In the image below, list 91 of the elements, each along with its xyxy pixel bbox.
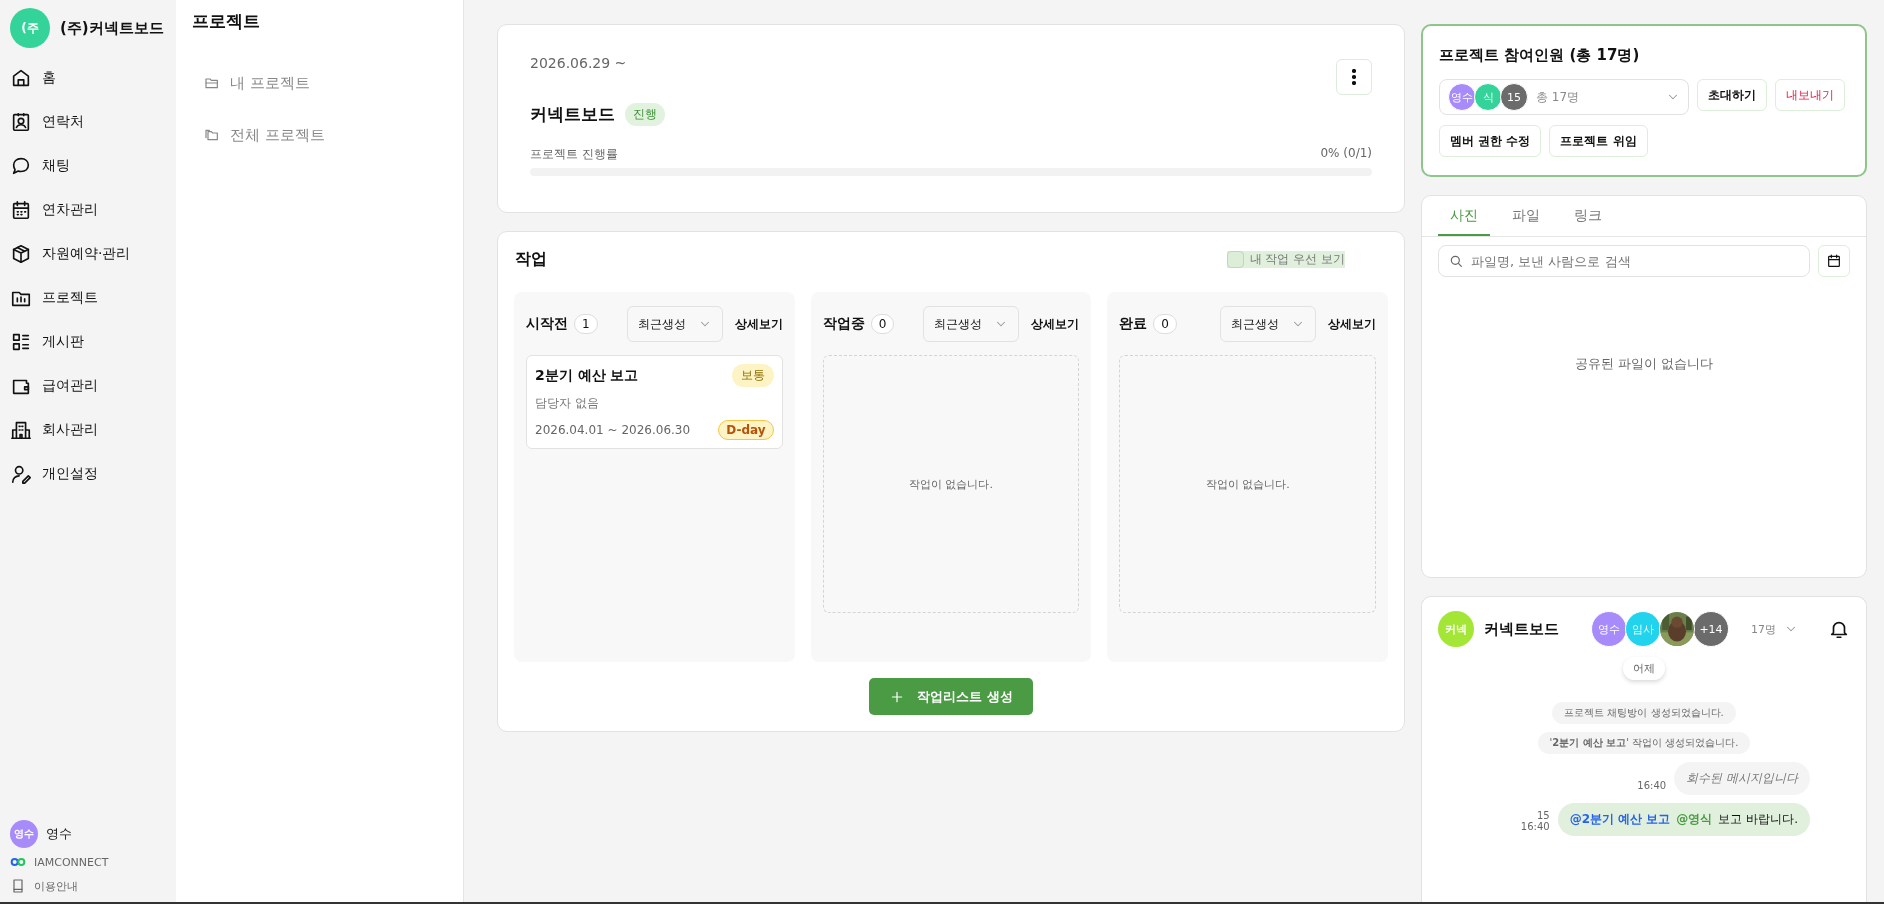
nav-item[interactable]: 채팅 xyxy=(10,144,176,188)
column-title: 작업중 xyxy=(822,315,865,333)
count-badge: 0 xyxy=(870,314,895,334)
folder-icon xyxy=(204,75,220,91)
system-message: 프로젝트 채팅방이 생성되었습니다. xyxy=(1552,702,1736,724)
empty-message: 공유된 파일이 없습니다 xyxy=(1574,355,1714,373)
action-button[interactable]: 멤버 권한 수정 xyxy=(1439,125,1542,157)
date-divider: 어제 xyxy=(1623,657,1665,680)
tab[interactable]: 파일 xyxy=(1500,196,1552,236)
side-link[interactable]: IAMCONNECT xyxy=(10,852,176,872)
member-avatar: +14 xyxy=(1693,611,1729,647)
calendar-icon xyxy=(1826,253,1842,269)
user-name: 영수 xyxy=(46,825,72,843)
nav-item[interactable]: 홈 xyxy=(10,56,176,100)
column-title: 완료 xyxy=(1119,315,1148,333)
member-avatar: 임사 xyxy=(1625,611,1661,647)
nav-item[interactable]: 연차관리 xyxy=(10,188,176,232)
progress-value: 0% (0/1) xyxy=(1320,146,1372,162)
tab[interactable]: 사진 xyxy=(1438,196,1490,236)
task-title: 2분기 예산 보고 xyxy=(535,366,639,385)
nav-item[interactable]: 회사관리 xyxy=(10,408,176,452)
user-avatar: 영수 xyxy=(10,820,38,848)
sort-dropdown[interactable]: 최근생성 xyxy=(923,306,1020,342)
member-dropdown[interactable]: 영수 식 15 총 17명 xyxy=(1439,79,1689,115)
member-avatar: 영수 xyxy=(1448,83,1476,111)
nav-item[interactable]: 급여관리 xyxy=(10,364,176,408)
unread-count: 15 xyxy=(1536,810,1550,821)
company-avatar: (주 xyxy=(10,8,50,48)
section-title: 프로젝트 참여인원 (총 17명) xyxy=(1439,46,1641,65)
detail-link[interactable]: 상세보기 xyxy=(1031,315,1080,333)
more-button[interactable] xyxy=(1336,59,1372,95)
assignee-text: 담당자 없음 xyxy=(535,395,600,412)
box-icon xyxy=(10,243,32,265)
chat-bubble-icon xyxy=(10,155,32,177)
nav-item[interactable]: 프로젝트 xyxy=(10,276,176,320)
nav-item[interactable]: 게시판 xyxy=(10,320,176,364)
count-badge: 1 xyxy=(574,314,598,334)
task-item[interactable]: 2분기 예산 보고 보통 담당자 없음 2026.04.01 ~ 2026.06.30 D-day xyxy=(526,355,783,449)
priority-badge: 보통 xyxy=(731,364,774,387)
empty-message: 작업이 없습니다. xyxy=(1205,476,1290,492)
create-list-button[interactable]: 작업리스트 생성 xyxy=(869,678,1033,715)
nav-item[interactable]: 개인설정 xyxy=(10,452,176,496)
company-name: (주)커넥트보드 xyxy=(60,18,164,38)
count-badge: 0 xyxy=(1153,314,1177,334)
calendar-icon xyxy=(10,199,32,221)
message-bubble: @2분기 예산 보고 @영식 보고 바랍니다. xyxy=(1557,803,1810,836)
retracted-message: 회수된 메시지입니다 xyxy=(1674,762,1810,795)
calendar-button[interactable] xyxy=(1818,245,1850,277)
message-time: 16:40 xyxy=(1637,780,1667,791)
action-button[interactable]: 초대하기 xyxy=(1697,79,1767,111)
chat-title: 커넥트보드 xyxy=(1484,619,1559,639)
sort-dropdown[interactable]: 최근생성 xyxy=(626,306,723,342)
nav-item[interactable]: 자원예약·관리 xyxy=(10,232,176,276)
member-count-dropdown[interactable]: 17명 xyxy=(1745,620,1804,638)
progress-label: 프로젝트 진행률 xyxy=(530,146,618,163)
panel-title: 프로젝트 xyxy=(192,10,261,33)
nav-item[interactable]: 연락처 xyxy=(10,100,176,144)
chat-avatar: 커넥 xyxy=(1438,611,1474,647)
status-badge: 진행 xyxy=(625,103,665,126)
checkbox[interactable] xyxy=(1226,251,1244,268)
system-message: '2분기 예산 보고' 작업이 생성되었습니다. xyxy=(1537,732,1751,754)
side-link[interactable]: 이용안내 xyxy=(10,876,176,896)
action-button[interactable]: 내보내기 xyxy=(1775,79,1845,111)
subnav-item[interactable]: 전체 프로젝트 xyxy=(192,109,447,161)
member-avatar: 영수 xyxy=(1591,611,1627,647)
home-icon xyxy=(10,67,32,89)
member-avatar: 식 xyxy=(1474,83,1502,111)
checkbox-label: 내 작업 우선 보기 xyxy=(1249,251,1345,268)
contact-card-icon xyxy=(10,111,32,133)
section-title: 작업 xyxy=(515,249,547,270)
tab[interactable]: 링크 xyxy=(1562,196,1614,236)
message-time: 16:40 xyxy=(1520,821,1550,832)
column-title: 시작전 xyxy=(526,315,568,333)
due-badge: D-day xyxy=(718,420,774,440)
project-date: 2026.06.29 ~ xyxy=(530,55,627,71)
action-button[interactable]: 프로젝트 위임 xyxy=(1549,125,1648,157)
building-icon xyxy=(10,419,32,441)
user-pen-icon xyxy=(10,463,32,485)
detail-link[interactable]: 상세보기 xyxy=(734,315,783,333)
member-avatar: 15 xyxy=(1500,83,1528,111)
subnav-item[interactable]: 내 프로젝트 xyxy=(192,57,447,109)
book-icon xyxy=(10,878,26,894)
detail-link[interactable]: 상세보기 xyxy=(1328,315,1376,333)
project-name: 커넥트보드 xyxy=(530,103,615,126)
date-range: 2026.04.01 ~ 2026.06.30 xyxy=(535,423,691,437)
list-icon xyxy=(10,331,32,353)
folders-icon xyxy=(204,127,220,143)
sort-dropdown[interactable]: 최근생성 xyxy=(1220,306,1316,342)
empty-message: 작업이 없습니다. xyxy=(909,476,993,492)
search-field[interactable]: 파일명, 보낸 사람으로 검색 xyxy=(1438,245,1810,277)
more-icon xyxy=(1352,69,1356,85)
